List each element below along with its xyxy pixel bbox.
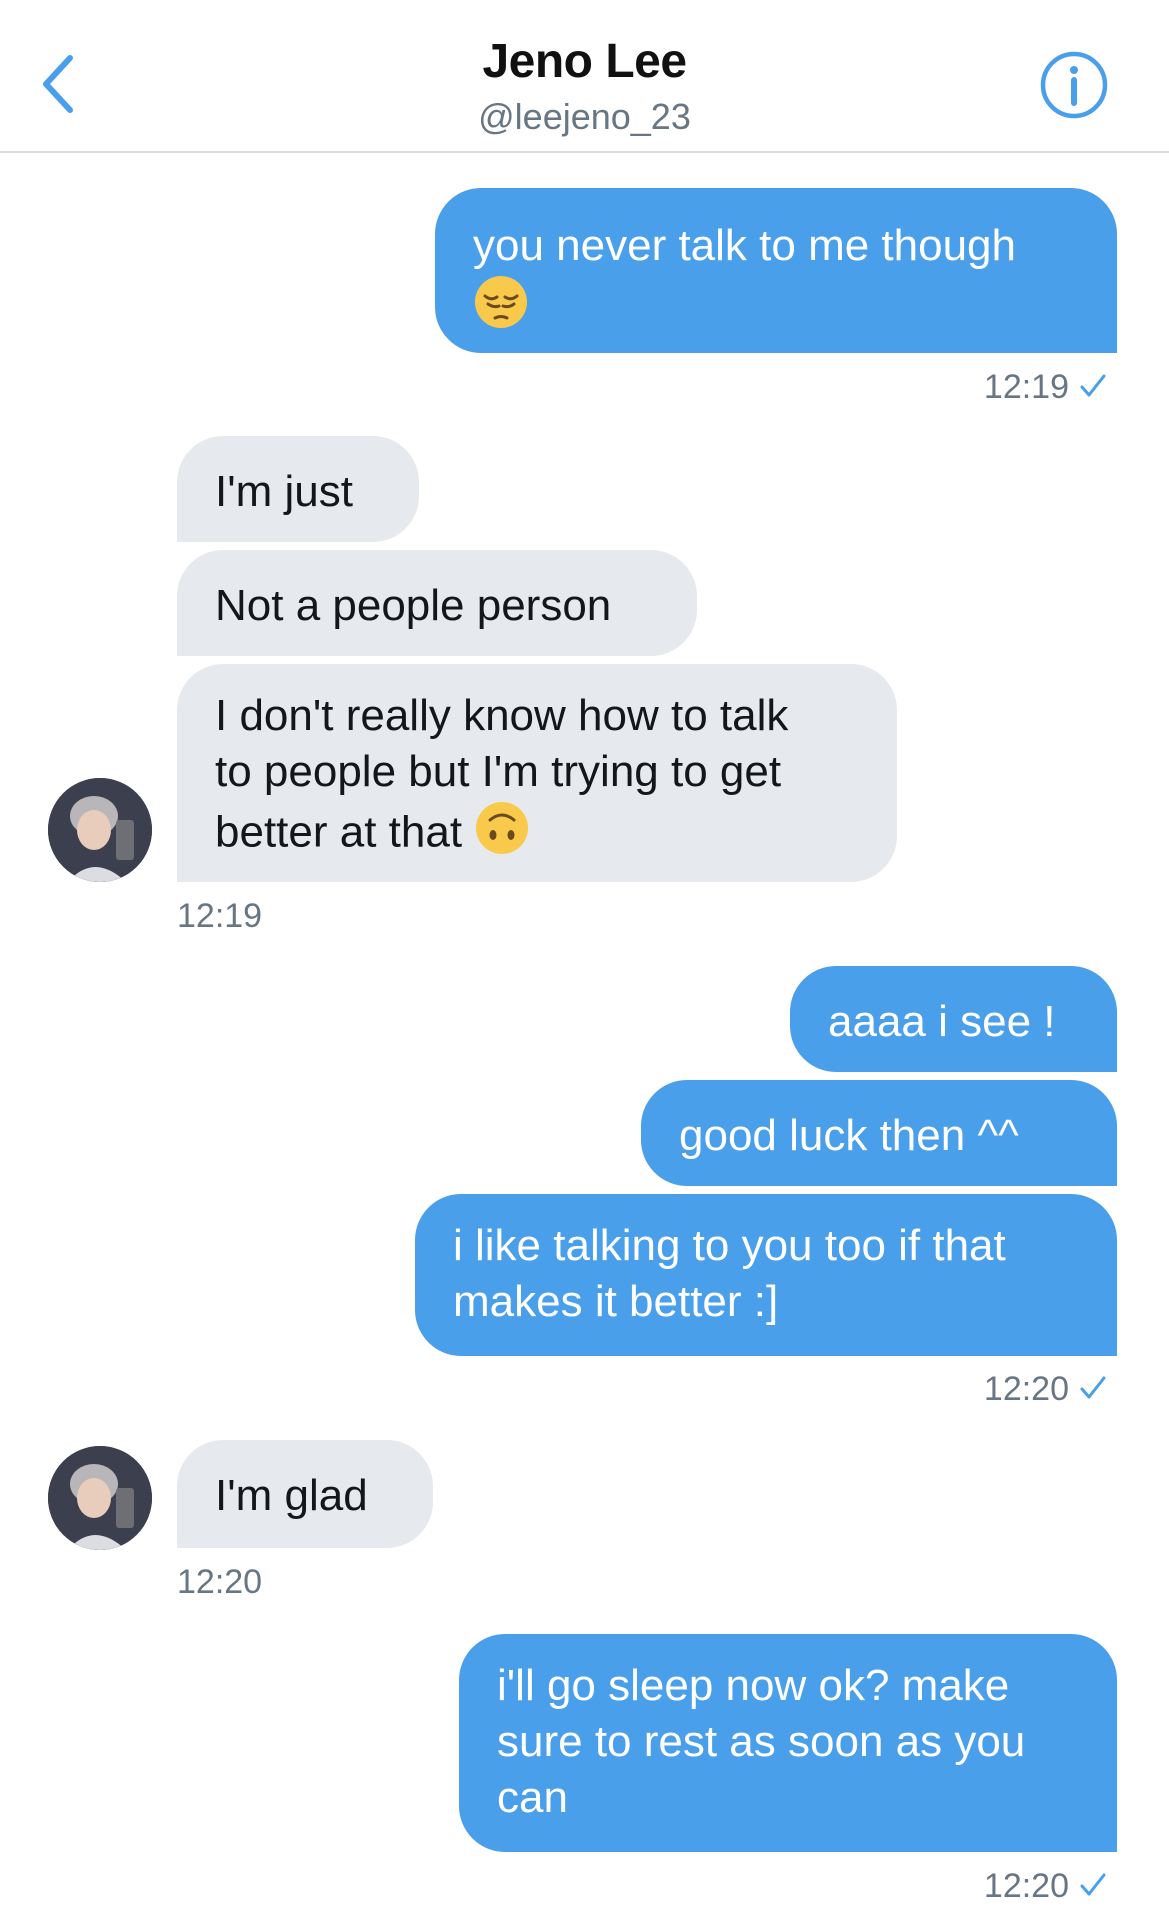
message-text: i'll go sleep now ok? make — [497, 1661, 1010, 1710]
message-timestamp: 12:20 — [177, 1563, 263, 1601]
read-check-icon — [1079, 370, 1107, 409]
message-text: makes it better :] — [453, 1277, 779, 1326]
message-timestamp: 12:19 — [984, 368, 1107, 409]
message-bubble-sent[interactable]: good luck then ^^ — [641, 1080, 1117, 1186]
message-timestamp: 12:20 — [984, 1370, 1107, 1411]
message-timestamp: 12:19 — [177, 897, 263, 935]
message-bubble-sent[interactable]: i like talking to you too if that makes … — [415, 1194, 1117, 1356]
message-text: I'm just — [215, 467, 353, 516]
message-bubble-sent[interactable]: i'll go sleep now ok? make sure to rest … — [459, 1634, 1117, 1852]
message-text: you never talk to me though — [473, 221, 1016, 270]
profile-photo-icon — [48, 1446, 152, 1550]
message-bubble-received[interactable]: I don't really know how to talk to peopl… — [177, 664, 897, 882]
read-check-icon — [1079, 1372, 1107, 1411]
message-bubble-received[interactable]: Not a people person — [177, 550, 697, 656]
conversation-header: Jeno Lee @leejeno_23 — [0, 0, 1169, 153]
info-button[interactable] — [1039, 50, 1109, 120]
message-text: to people but I'm trying to get — [215, 747, 782, 796]
avatar[interactable] — [48, 778, 152, 882]
message-text: I'm glad — [215, 1471, 368, 1520]
message-text: i like talking to you too if that — [453, 1221, 1006, 1270]
read-check-icon — [1079, 1869, 1107, 1908]
message-text: Not a people person — [215, 581, 612, 630]
message-bubble-sent[interactable]: aaaa i see ! — [790, 966, 1117, 1072]
message-bubble-received[interactable]: I'm just — [177, 436, 419, 542]
message-text: aaaa i see ! — [828, 997, 1056, 1046]
contact-handle[interactable]: @leejeno_23 — [0, 96, 1169, 138]
profile-photo-icon — [48, 778, 152, 882]
message-timestamp: 12:20 — [984, 1867, 1107, 1908]
message-text: good luck then ^^ — [679, 1111, 1019, 1160]
contact-name[interactable]: Jeno Lee — [0, 34, 1169, 89]
message-text: I don't really know how to talk — [215, 691, 789, 740]
message-text: better at that — [215, 807, 463, 857]
pensive-face-icon — [473, 274, 529, 344]
avatar[interactable] — [48, 1446, 152, 1550]
upside-down-face-icon — [474, 800, 530, 870]
info-circle-icon — [1040, 51, 1108, 119]
message-text: sure to rest as soon as you — [497, 1717, 1026, 1766]
message-bubble-sent[interactable]: you never talk to me though — [435, 188, 1117, 353]
message-bubble-received[interactable]: I'm glad — [177, 1440, 433, 1548]
message-text: can — [497, 1773, 568, 1822]
